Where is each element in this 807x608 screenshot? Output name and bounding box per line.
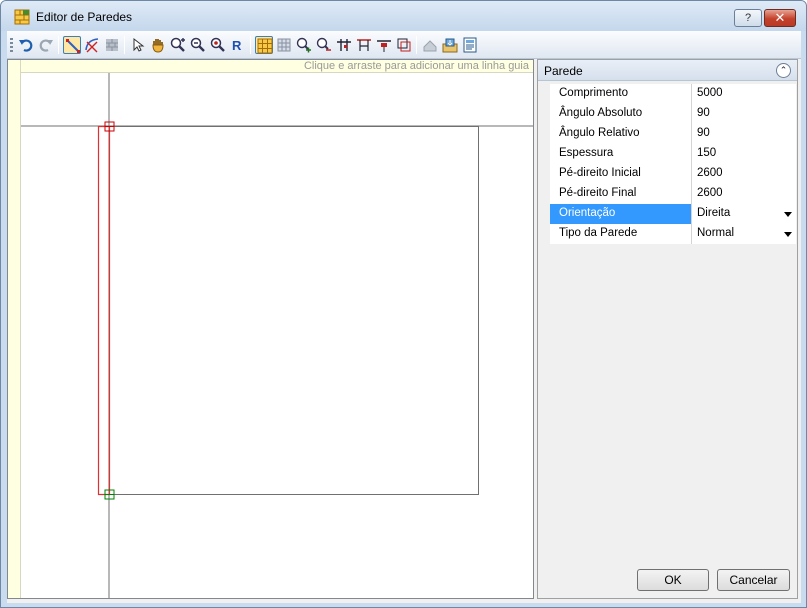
toolbar-grip[interactable] bbox=[10, 38, 13, 52]
mirror-icon[interactable] bbox=[395, 36, 413, 54]
toolbar-separator bbox=[124, 36, 125, 54]
remove-point-icon[interactable] bbox=[315, 36, 333, 54]
dropdown-value: Normal bbox=[697, 227, 735, 239]
import-icon[interactable] bbox=[441, 36, 459, 54]
property-name: Espessura bbox=[550, 144, 692, 164]
property-row-comprimento[interactable]: Comprimento 5000 bbox=[550, 84, 796, 104]
property-row-espessura[interactable]: Espessura 150 bbox=[550, 144, 796, 164]
split-wall-icon[interactable] bbox=[335, 36, 353, 54]
ok-button[interactable]: OK bbox=[637, 569, 709, 591]
redo-icon[interactable] bbox=[37, 36, 55, 54]
property-value-input[interactable]: 90 bbox=[692, 104, 796, 124]
wall-type-dropdown[interactable]: Normal bbox=[692, 224, 796, 244]
property-row-tipo-da-parede[interactable]: Tipo da Parede Normal bbox=[550, 224, 796, 244]
property-name: Orientação bbox=[550, 204, 692, 224]
align-top-icon[interactable] bbox=[355, 36, 373, 54]
redraw-icon[interactable]: R bbox=[229, 36, 247, 54]
chevron-down-icon[interactable] bbox=[784, 232, 792, 237]
properties-panel: Parede ⌃ Comprimento 5000 Ângulo Absolut… bbox=[537, 59, 798, 599]
floorplan-drawing bbox=[21, 73, 533, 598]
add-point-icon[interactable] bbox=[295, 36, 313, 54]
cancel-button[interactable]: Cancelar bbox=[717, 569, 790, 591]
orientation-dropdown[interactable]: Direita bbox=[692, 204, 796, 224]
svg-text:R: R bbox=[232, 38, 242, 53]
property-value-input[interactable]: 150 bbox=[692, 144, 796, 164]
toolbar-separator bbox=[250, 36, 251, 54]
selected-wall bbox=[97, 125, 111, 496]
delete-wall-icon[interactable] bbox=[103, 36, 121, 54]
room-walls bbox=[98, 126, 479, 495]
close-button[interactable]: ✕ bbox=[764, 9, 796, 27]
toolbar: R bbox=[7, 31, 801, 59]
property-name: Ângulo Absoluto bbox=[550, 104, 692, 124]
property-row-angulo-relativo[interactable]: Ângulo Relativo 90 bbox=[550, 124, 796, 144]
snap-grid-icon[interactable] bbox=[255, 36, 273, 54]
help-button[interactable]: ? bbox=[734, 9, 762, 27]
properties-icon[interactable] bbox=[461, 36, 479, 54]
collapse-chevron-icon[interactable]: ⌃ bbox=[776, 63, 791, 78]
grid-icon[interactable] bbox=[275, 36, 293, 54]
pan-hand-icon[interactable] bbox=[149, 36, 167, 54]
toolbar-separator bbox=[58, 36, 59, 54]
property-row-pe-direito-inicial[interactable]: Pé-direito Inicial 2600 bbox=[550, 164, 796, 184]
property-row-angulo-absoluto[interactable]: Ângulo Absoluto 90 bbox=[550, 104, 796, 124]
properties-group-header[interactable]: Parede ⌃ bbox=[538, 60, 797, 81]
property-name: Tipo da Parede bbox=[550, 224, 692, 244]
view-3d-icon[interactable] bbox=[421, 36, 439, 54]
property-name: Ângulo Relativo bbox=[550, 124, 692, 144]
property-row-orientacao[interactable]: Orientação Direita bbox=[550, 204, 796, 224]
draw-arc-wall-icon[interactable] bbox=[83, 36, 101, 54]
select-pointer-icon[interactable] bbox=[129, 36, 147, 54]
property-name: Pé-direito Inicial bbox=[550, 164, 692, 184]
property-value-input[interactable]: 5000 bbox=[692, 84, 796, 104]
align-bottom-icon[interactable] bbox=[375, 36, 393, 54]
dropdown-value: Direita bbox=[697, 207, 731, 219]
property-name: Comprimento bbox=[550, 84, 692, 104]
draw-wall-icon[interactable] bbox=[63, 36, 81, 54]
chevron-down-icon[interactable] bbox=[784, 212, 792, 217]
zoom-out-icon[interactable] bbox=[189, 36, 207, 54]
title-bar[interactable]: Editor de Paredes ? ✕ bbox=[1, 1, 806, 31]
property-row-pe-direito-final[interactable]: Pé-direito Final 2600 bbox=[550, 184, 796, 204]
property-name: Pé-direito Final bbox=[550, 184, 692, 204]
toolbar-separator bbox=[416, 36, 417, 54]
property-value-input[interactable]: 2600 bbox=[692, 184, 796, 204]
properties-group-title: Parede bbox=[544, 64, 583, 78]
zoom-fit-icon[interactable] bbox=[209, 36, 227, 54]
drawing-canvas[interactable]: Clique e arraste para adicionar uma linh… bbox=[7, 59, 534, 599]
editor-window: Editor de Paredes ? ✕ R Clique e arraste… bbox=[0, 0, 807, 608]
property-value-input[interactable]: 90 bbox=[692, 124, 796, 144]
property-grid: Comprimento 5000 Ângulo Absoluto 90 Ângu… bbox=[550, 84, 796, 244]
undo-icon[interactable] bbox=[17, 36, 35, 54]
client-area: R Clique e arraste para adicionar uma li… bbox=[7, 31, 801, 603]
walls-app-icon bbox=[14, 9, 30, 25]
property-value-input[interactable]: 2600 bbox=[692, 164, 796, 184]
zoom-in-icon[interactable] bbox=[169, 36, 187, 54]
window-title: Editor de Paredes bbox=[36, 10, 133, 24]
